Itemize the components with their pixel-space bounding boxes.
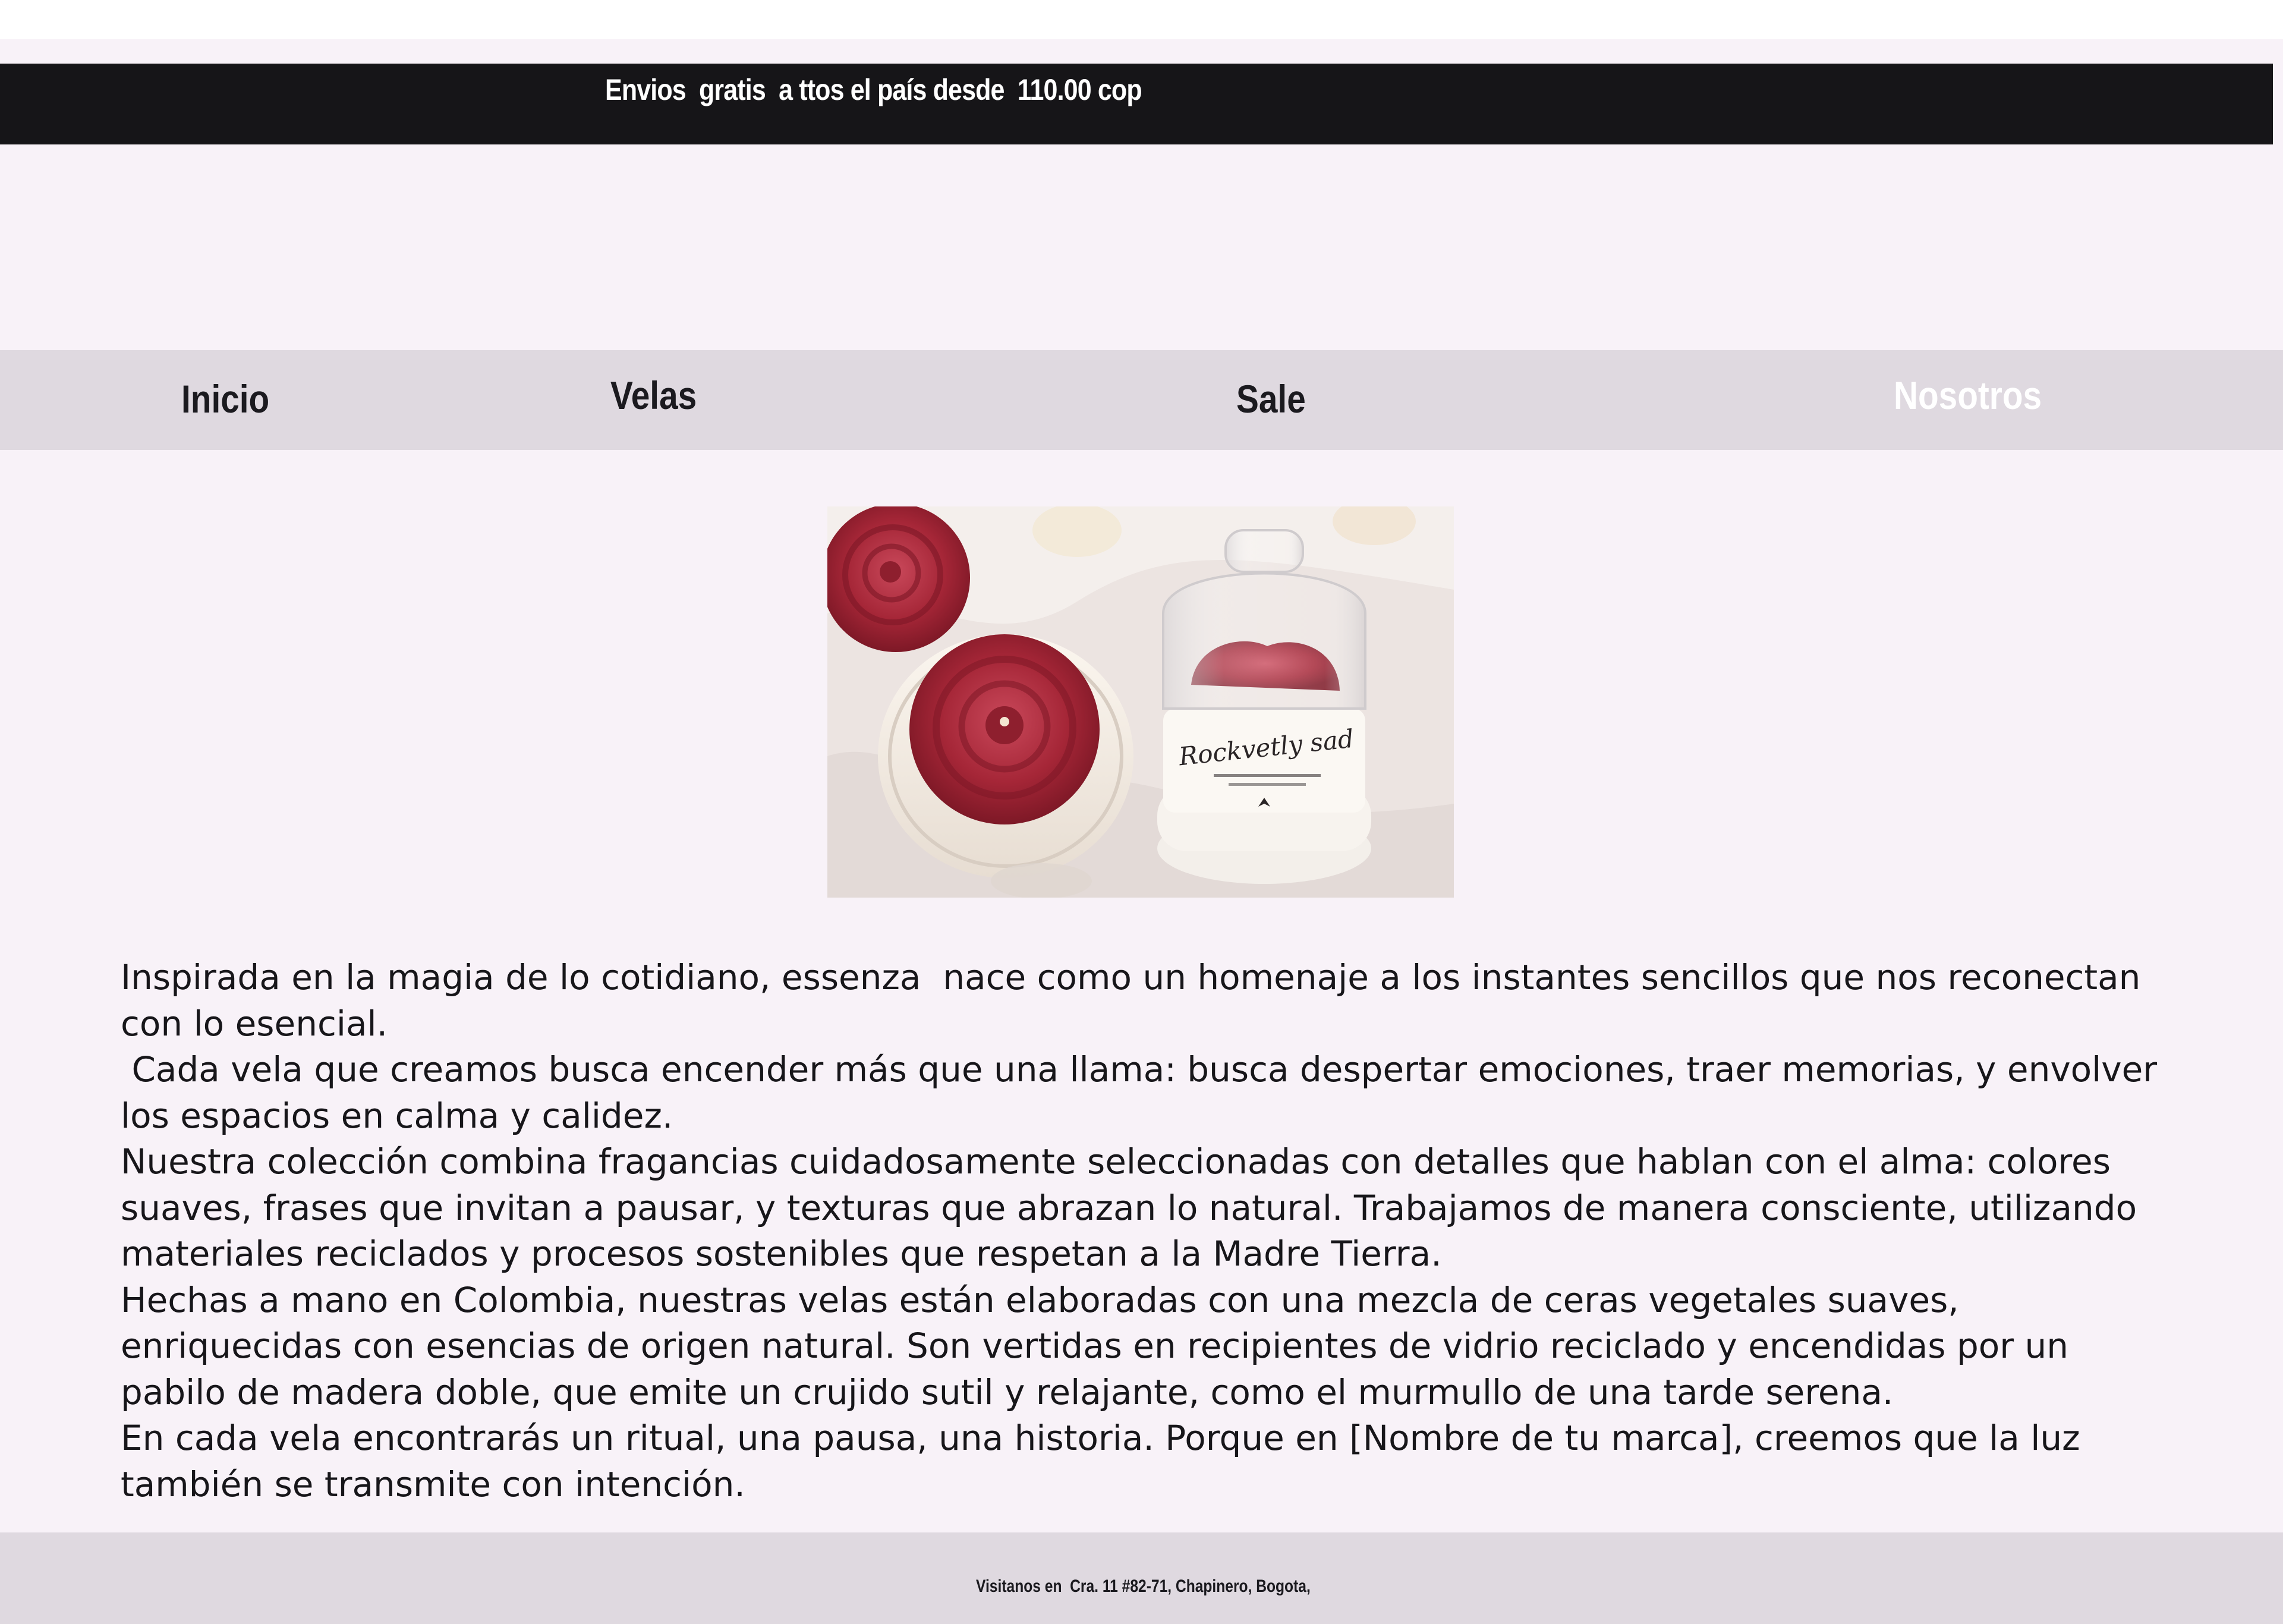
announcement-text: Envios gratis a ttos el país desde 110.0…: [605, 73, 1142, 106]
nav-item-inicio[interactable]: Inicio: [181, 376, 269, 421]
nav-item-sale[interactable]: Sale: [1236, 376, 1306, 421]
top-white-strip: [0, 0, 2283, 39]
candle-illustration: Rockvetly sad: [827, 506, 1454, 898]
about-paragraph: Cada vela que creamos busca encender más…: [121, 1049, 2168, 1136]
hero-candle-photo: Rockvetly sad: [827, 506, 1454, 898]
nav-item-velas[interactable]: Velas: [610, 373, 697, 418]
about-paragraph: En cada vela encontrarás un ritual, una …: [121, 1418, 2092, 1505]
nav-item-nosotros[interactable]: Nosotros: [1894, 373, 2042, 418]
footer-address: Visitanos en Cra. 11 #82-71, Chapinero, …: [976, 1576, 1311, 1596]
about-paragraph: Inspirada en la magia de lo cotidiano, e…: [121, 957, 2152, 1044]
about-us-text: Inspirada en la magia de lo cotidiano, e…: [121, 955, 2183, 1507]
about-paragraph: Nuestra colección combina fragancias cui…: [121, 1141, 2148, 1274]
about-paragraph: Hechas a mano en Colombia, nuestras vela…: [121, 1279, 2080, 1412]
main-navigation: Inicio Velas Sale Nosotros: [0, 350, 2283, 450]
